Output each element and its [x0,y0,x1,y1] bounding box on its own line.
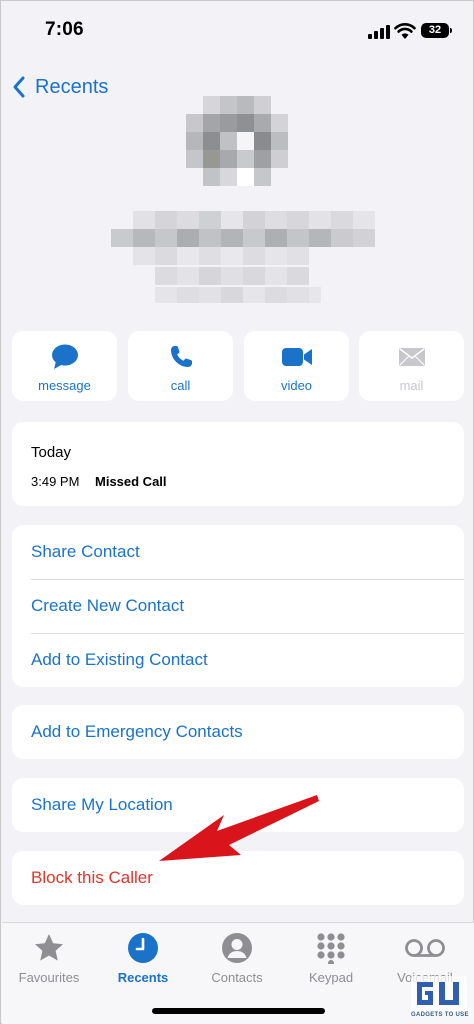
back-button[interactable]: Recents [11,73,108,101]
call-type: Missed Call [95,474,167,489]
phone-screen: 7:06 32 Recents message call video mail … [0,0,474,1024]
battery-indicator: 32 [421,23,449,38]
home-indicator [152,1008,325,1014]
phone-icon [170,346,192,367]
tab-keypad[interactable]: Keypad [286,931,376,985]
tab-favourites-label: Favourites [18,970,80,985]
call-label: call [170,378,191,393]
create-new-contact-button[interactable]: Create New Contact [12,579,464,633]
mail-button[interactable]: mail [359,331,464,401]
call-history-card: Today 3:49 PM Missed Call [12,422,464,506]
add-to-existing-contact-label: Add to Existing Contact [31,650,208,669]
envelope-icon [398,348,425,366]
mail-label: mail [399,378,424,393]
status-bar: 7:06 32 [1,1,473,61]
tab-favourites[interactable]: Favourites [4,931,94,985]
block-caller-button[interactable]: Block this Caller [12,851,464,905]
emergency-card: Add to Emergency Contacts [12,705,464,759]
keypad-icon [317,933,345,964]
tab-recents-label: Recents [117,970,169,985]
message-label: message [38,378,91,393]
contact-photo-pixelated [186,96,290,196]
add-to-emergency-contacts-button[interactable]: Add to Emergency Contacts [12,705,464,759]
video-camera-icon [281,348,312,366]
status-time: 7:06 [45,19,84,40]
call-button[interactable]: call [128,331,233,401]
share-location-label: Share My Location [31,795,173,814]
tab-contacts[interactable]: Contacts [192,931,282,985]
back-label: Recents [35,75,109,98]
tab-recents[interactable]: Recents [98,931,188,985]
emergency-label: Add to Emergency Contacts [31,722,243,741]
share-contact-button[interactable]: Share Contact [12,525,464,579]
wifi-icon [394,23,416,39]
add-to-existing-contact-button[interactable]: Add to Existing Contact [12,633,464,687]
star-icon [35,934,63,961]
block-caller-label: Block this Caller [31,868,153,887]
voicemail-icon [405,939,445,957]
contact-name-pixelated [111,211,376,306]
watermark-text: GADGETS TO USE [411,1012,469,1018]
tab-contacts-label: Contacts [211,970,263,985]
message-bubble-icon [51,344,78,369]
message-button[interactable]: message [12,331,117,401]
call-time: 3:49 PM [31,474,80,489]
share-contact-label: Share Contact [31,542,140,561]
tab-keypad-label: Keypad [308,970,354,985]
contact-options-card: Share Contact Create New Contact Add to … [12,525,464,687]
share-my-location-button[interactable]: Share My Location [12,778,464,832]
block-card: Block this Caller [12,851,464,905]
quick-actions-row: message call video mail [12,331,464,401]
create-new-contact-label: Create New Contact [31,596,185,615]
battery-tip [450,28,452,33]
tab-bar: Favourites Recents Contacts Keypad [2,922,474,1024]
call-history-title: Today [31,444,72,461]
person-icon [222,933,252,963]
location-card: Share My Location [12,778,464,832]
cellular-signal-icon [368,25,390,39]
video-label: video [280,378,313,393]
video-button[interactable]: video [244,331,349,401]
clock-icon [128,933,158,963]
chevron-left-icon [13,76,25,98]
